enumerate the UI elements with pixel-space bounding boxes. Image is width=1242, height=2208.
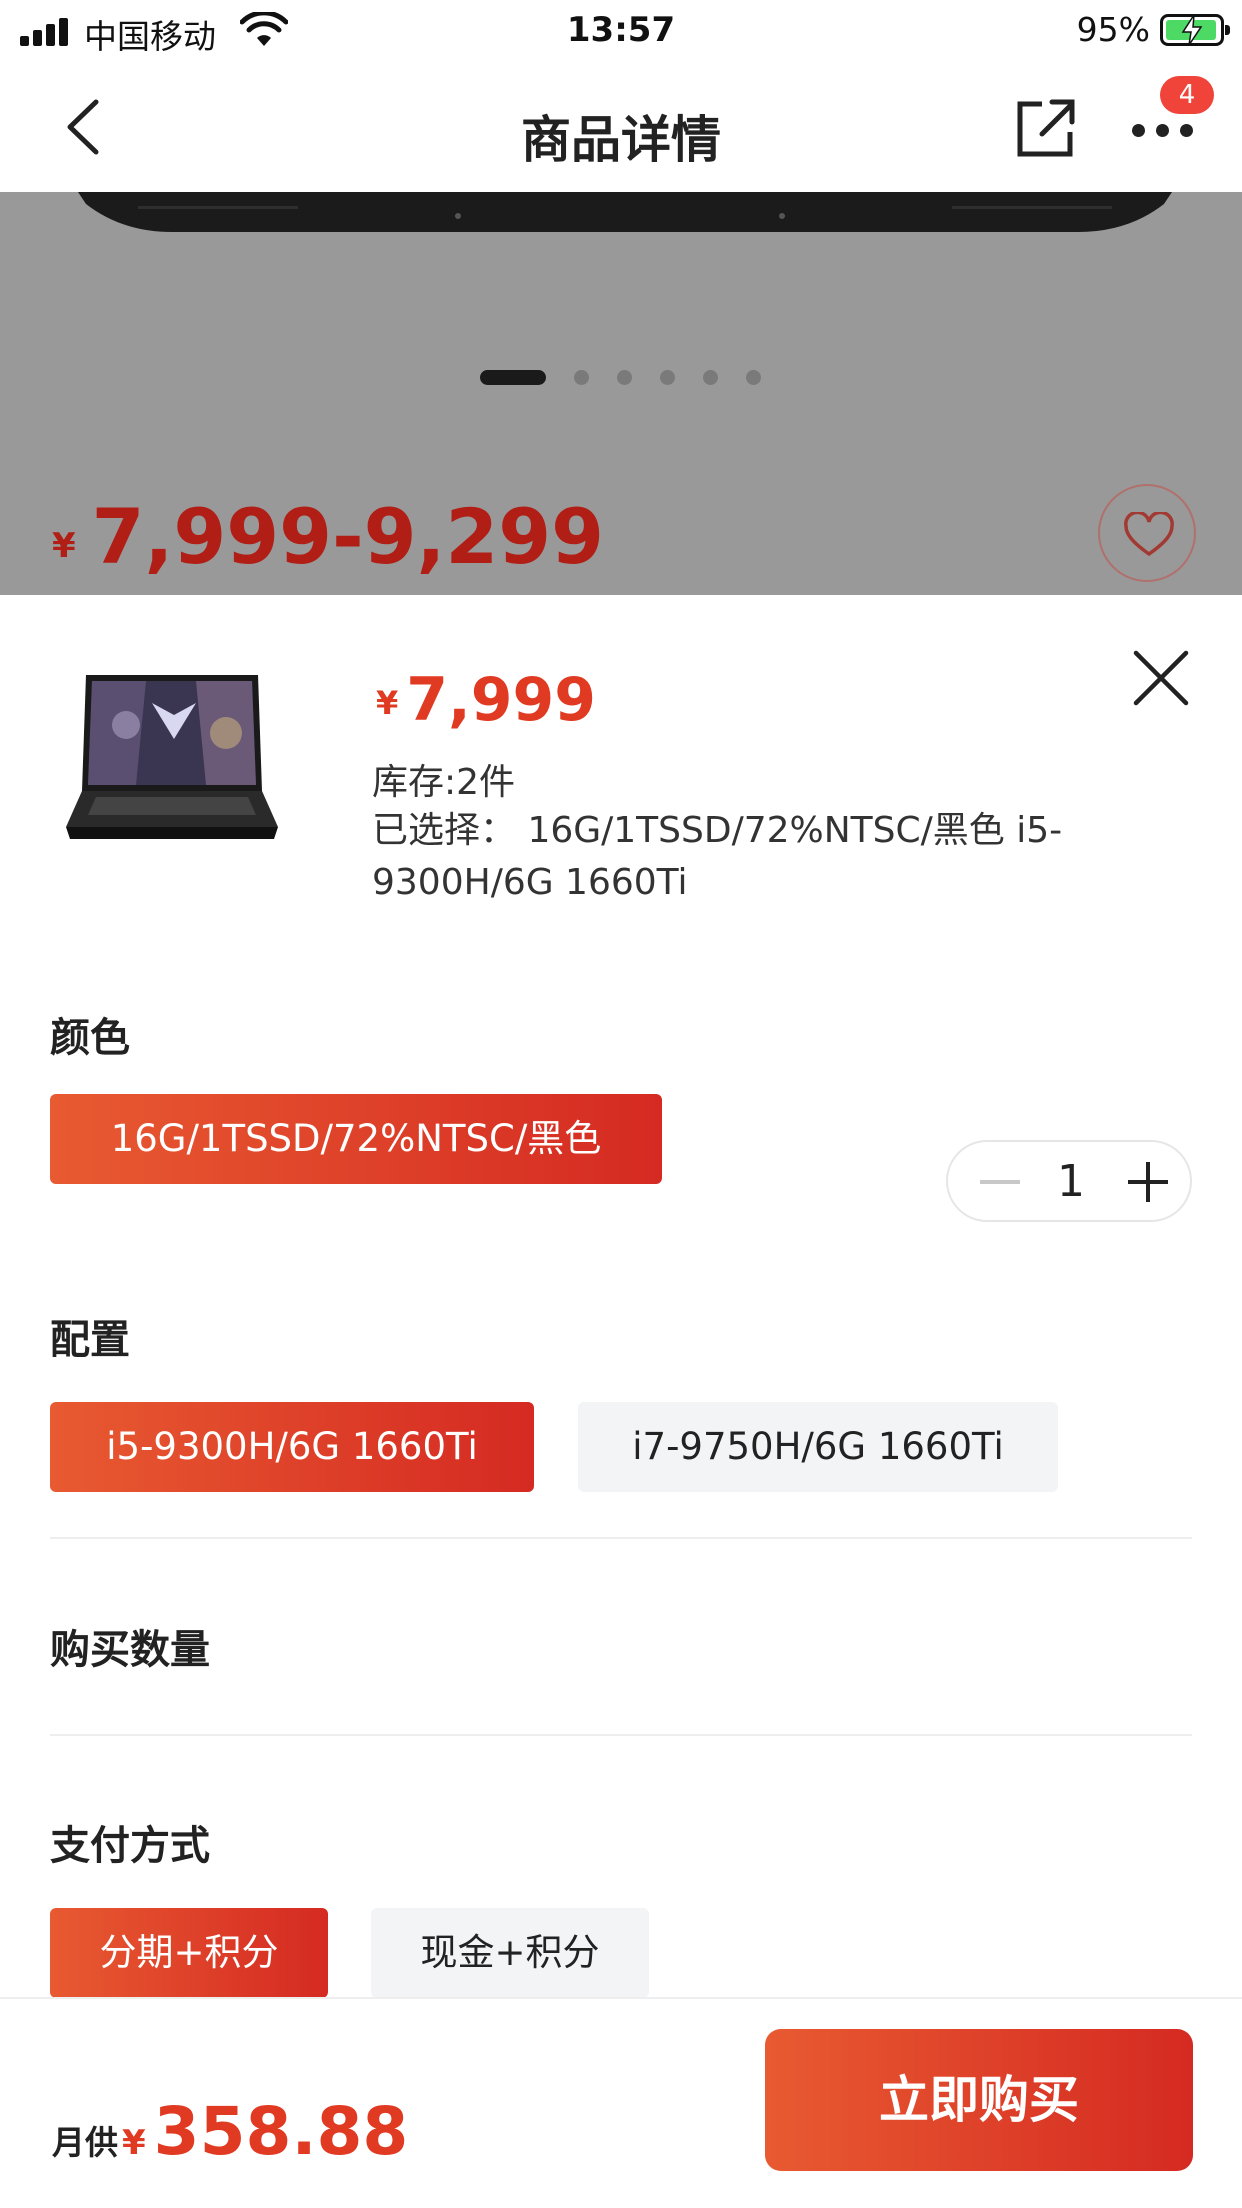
color-section-label: 颜色 <box>50 1015 130 1061</box>
product-overlay-background[interactable]: ¥7,999-9,299 <box>0 192 1242 595</box>
config-section-label: 配置 <box>50 1317 130 1363</box>
divider <box>50 1537 1192 1539</box>
laptop-image-edge <box>78 192 1172 232</box>
monthly-amount: 358.88 <box>153 2093 409 2170</box>
sku-selection-sheet: ¥7,999 库存:2件 已选择： 16G/1TSSD/72%NTSC/黑色 i… <box>0 595 1242 2208</box>
notification-badge: 4 <box>1160 76 1214 114</box>
heart-icon <box>1124 512 1174 557</box>
monthly-payment: 月供 ¥358.88 <box>52 2093 408 2170</box>
carousel-dot <box>660 370 675 385</box>
payment-section-label: 支付方式 <box>50 1823 210 1869</box>
status-bar: 中国移动 13:57 95% <box>0 0 1242 62</box>
battery-percent: 95% <box>1076 10 1150 49</box>
quantity-section-label: 购买数量 <box>50 1627 210 1673</box>
buy-now-button[interactable]: 立即购买 <box>765 2029 1193 2171</box>
sku-price-value: 7,999 <box>406 665 597 735</box>
quantity-stepper: 1 <box>946 1140 1192 1222</box>
product-thumbnail <box>66 675 278 839</box>
favorite-button[interactable] <box>1098 484 1196 582</box>
sku-price: ¥7,999 <box>376 665 596 735</box>
carousel-dot-active <box>480 370 546 385</box>
navigation-bar: 商品详情 4 <box>0 62 1242 192</box>
close-icon[interactable] <box>1130 647 1192 709</box>
config-option-i7[interactable]: i7-9750H/6G 1660Ti <box>578 1402 1058 1492</box>
payment-option-installment[interactable]: 分期+积分 <box>50 1908 328 1998</box>
share-icon[interactable] <box>1012 92 1082 162</box>
carousel-dot <box>746 370 761 385</box>
stock-count: 库存:2件 <box>372 762 516 803</box>
price-range-value: 7,999-9,299 <box>91 492 605 581</box>
battery-icon <box>1160 14 1230 46</box>
decrement-button[interactable] <box>966 1154 1026 1210</box>
increment-button[interactable] <box>1118 1154 1178 1210</box>
payment-option-cash[interactable]: 现金+积分 <box>371 1908 649 1998</box>
color-option[interactable]: 16G/1TSSD/72%NTSC/黑色 <box>50 1094 662 1184</box>
monthly-label: 月供 <box>52 2123 118 2162</box>
currency-symbol: ¥ <box>52 526 76 566</box>
carousel-dot <box>574 370 589 385</box>
carousel-dot <box>703 370 718 385</box>
divider <box>50 1734 1192 1736</box>
config-option-i5[interactable]: i5-9300H/6G 1660Ti <box>50 1402 534 1492</box>
status-time: 13:57 <box>566 10 676 50</box>
background-price-range: ¥7,999-9,299 <box>52 492 604 581</box>
selected-spec: 已选择： 16G/1TSSD/72%NTSC/黑色 i5-9300H/6G 16… <box>372 810 1063 903</box>
currency-symbol: ¥ <box>376 684 399 722</box>
carousel-dot <box>617 370 632 385</box>
currency-symbol: ¥ <box>122 2123 146 2163</box>
quantity-value[interactable]: 1 <box>1036 1156 1106 1207</box>
bottom-action-bar: 月供 ¥358.88 立即购买 <box>0 1997 1242 2208</box>
